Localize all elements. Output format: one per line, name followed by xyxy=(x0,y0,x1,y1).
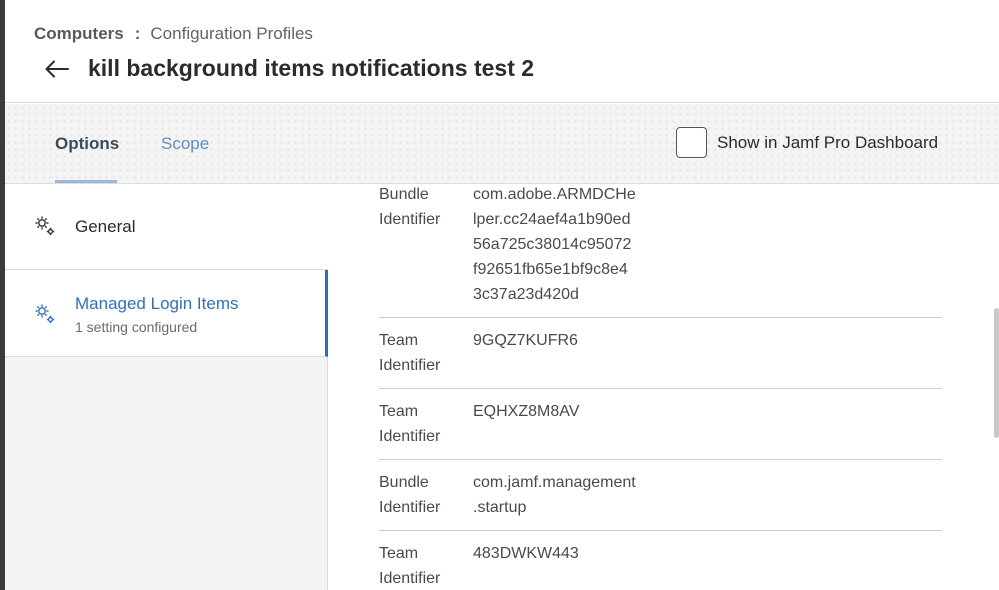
login-item-rules-list: Bundle Identifier com.adobe.ARMDCHe lper.cc… xyxy=(379,184,942,590)
tab-scope[interactable]: Scope xyxy=(161,134,209,182)
arrow-left-icon[interactable] xyxy=(43,55,71,83)
rule-label: Team Identifier xyxy=(379,403,441,445)
gear-icon xyxy=(35,304,55,324)
rule-value: com.adobe.ARMDCHe lper.cc24aef4a1b90ed 56a… xyxy=(473,186,636,303)
show-in-dashboard-checkbox[interactable] xyxy=(676,127,707,158)
arrow-left-icon-glyph xyxy=(45,60,69,78)
rule-label: Bundle Identifier xyxy=(379,186,441,228)
sidebar-item-label: General xyxy=(75,217,136,236)
rule-value: EQHXZ8M8AV xyxy=(473,403,580,420)
app-window: Computers : Configuration Profiles kill … xyxy=(5,0,999,590)
rule-value: com.jamf.management .startup xyxy=(473,474,636,516)
show-in-dashboard-toggle[interactable]: Show in Jamf Pro Dashboard xyxy=(676,127,938,158)
scrollbar[interactable] xyxy=(994,308,999,438)
rule-label: Team Identifier xyxy=(379,545,441,587)
page-title: kill background items notifications test… xyxy=(88,55,535,81)
rule-row: Team Identifier 483DWKW443 xyxy=(379,531,942,590)
rule-row: Team Identifier EQHXZ8M8AV xyxy=(379,389,942,460)
show-in-dashboard-label[interactable]: Show in Jamf Pro Dashboard xyxy=(717,133,938,153)
sidebar-item-general[interactable]: General xyxy=(5,184,328,270)
breadcrumb-configuration-profiles[interactable]: Configuration Profiles xyxy=(150,24,313,44)
breadcrumb-computers[interactable]: Computers xyxy=(34,24,124,44)
sidebar-item-label: Managed Login Items xyxy=(75,294,239,313)
gear-icon xyxy=(35,216,55,236)
payload-sidebar: General Managed Login Items 1 setting co… xyxy=(5,184,328,590)
payload-content: Bundle Identifier com.adobe.ARMDCHe lper.cc… xyxy=(329,184,999,590)
rule-value: 9GQZ7KUFR6 xyxy=(473,332,578,349)
tab-bar: Options Scope Show in Jamf Pro Dashboard xyxy=(5,104,999,184)
rule-value: 483DWKW443 xyxy=(473,545,579,562)
rule-row: Bundle Identifier com.jamf.management .star… xyxy=(379,460,942,531)
rule-row: Team Identifier 9GQZ7KUFR6 xyxy=(379,318,942,389)
rule-row: Bundle Identifier com.adobe.ARMDCHe lper.cc… xyxy=(379,184,942,318)
breadcrumb-separator: : xyxy=(134,24,141,43)
rule-label: Team Identifier xyxy=(379,332,441,374)
rule-label: Bundle Identifier xyxy=(379,474,441,516)
breadcrumb: Computers : Configuration Profiles xyxy=(34,24,313,44)
sidebar-item-managed-login-items[interactable]: Managed Login Items 1 setting configured xyxy=(5,270,328,357)
page-header: Computers : Configuration Profiles kill … xyxy=(5,0,999,103)
tab-options[interactable]: Options xyxy=(55,134,119,183)
sidebar-item-subtitle: 1 setting configured xyxy=(75,319,198,335)
